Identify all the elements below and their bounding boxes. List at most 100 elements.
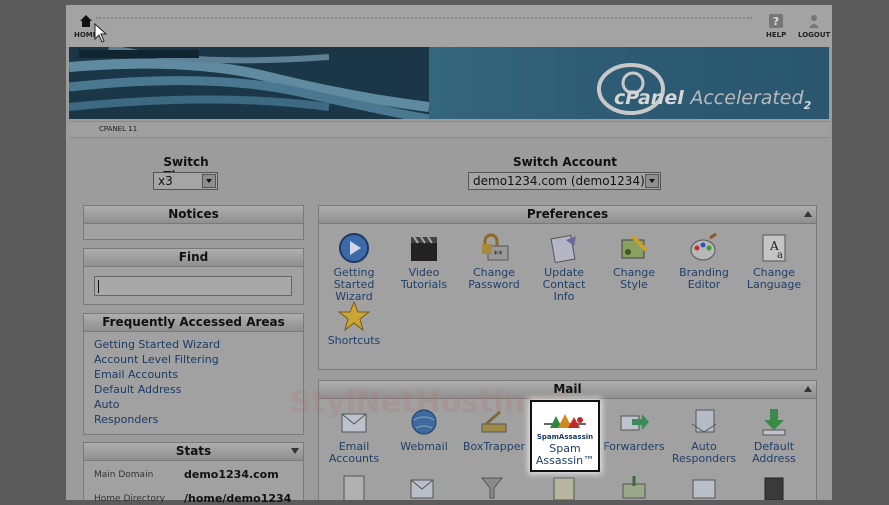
item-label-group: Spam Assassin™ (532, 443, 598, 467)
item-label: Responders (671, 452, 737, 465)
chevron-down-icon (645, 174, 659, 188)
star-icon (337, 300, 371, 332)
default-address-link[interactable]: Default Address (739, 406, 809, 465)
forward-arrow-icon (620, 414, 649, 431)
stats-row-home-directory: Home Directory /home/demo1234 (94, 492, 291, 505)
stats-row-main-domain: Main Domain demo1234.com (94, 468, 279, 481)
spam-assassin-link[interactable]: SpamAssassin Spam Assassin™ (530, 400, 600, 472)
breadcrumb-label: CPANEL 11 (99, 125, 138, 133)
auto-responders-link[interactable]: Auto Responders (669, 406, 739, 465)
notices-title: Notices (84, 206, 303, 224)
switch-account-value: demo1234.com (demo1234) (473, 174, 645, 188)
svg-text:a: a (777, 250, 783, 261)
stats-label: Main Domain (94, 470, 154, 480)
forwarders-link[interactable]: Forwarders (599, 406, 669, 453)
help-icon: ? (769, 14, 784, 28)
frequent-links: Getting Started Wizard Account Level Fil… (94, 337, 220, 427)
preferences-title-text: Preferences (526, 207, 609, 221)
svg-text:**: ** (494, 250, 504, 260)
webmail-link[interactable]: Webmail (389, 406, 459, 453)
collapse-icon[interactable] (804, 211, 812, 217)
item-label: Tutorials (400, 278, 448, 291)
item-label: Forwarders (603, 440, 665, 453)
item-label: Accounts (328, 452, 380, 465)
logo-cpanel: cPanel (614, 87, 684, 109)
breadcrumb-bar: CPANEL 11 (69, 121, 829, 138)
server-icon (764, 477, 784, 500)
play-icon (339, 233, 369, 263)
frequent-link[interactable]: Responders (94, 412, 220, 427)
notices-panel: Notices (83, 205, 304, 240)
item-label: Style (620, 278, 648, 291)
cpanel-logo-text: cPanel Accelerated2 (614, 87, 811, 112)
getting-started-wizard-link[interactable]: Getting Started Wizard (319, 232, 389, 303)
logout-icon (809, 15, 820, 28)
frequent-panel: Frequently Accessed Areas Getting Starte… (83, 313, 304, 435)
stats-value: demo1234.com (184, 468, 279, 481)
envelope-icon (692, 479, 716, 499)
cpanel-banner: cPanel Accelerated2 (69, 47, 829, 119)
language-icon: Aa (762, 234, 786, 262)
change-language-link[interactable]: Aa Change Language (739, 232, 809, 291)
palette-icon (621, 234, 648, 259)
change-style-link[interactable]: Change Style (599, 232, 669, 291)
switch-theme-select[interactable]: x3 (153, 172, 218, 190)
find-panel: Find (83, 248, 304, 305)
frequent-link[interactable]: Default Address (94, 382, 220, 397)
collapse-icon[interactable] (291, 448, 299, 454)
stats-value: /home/demo1234 (184, 492, 292, 505)
help-label: HELP (766, 31, 787, 39)
branding-editor-link[interactable]: Branding Editor (669, 232, 739, 291)
stats-title-text: Stats (175, 444, 212, 458)
document-icon (343, 475, 365, 500)
find-input[interactable] (94, 276, 292, 296)
item-label: Assassin™ (535, 454, 595, 467)
lock-icon: ** (482, 233, 509, 261)
help-button[interactable]: ? HELP (766, 13, 786, 39)
logout-button[interactable]: LOGOUT (798, 13, 830, 39)
auto-responder-icon (691, 409, 717, 433)
filter-icon (480, 477, 504, 499)
frequent-title: Frequently Accessed Areas (84, 314, 303, 332)
item-label: Editor (687, 278, 721, 291)
update-contact-info-link[interactable]: Update Contact Info (529, 232, 599, 303)
download-arrow-icon (762, 409, 786, 436)
clapperboard-icon (411, 236, 437, 261)
switch-theme-value: x3 (158, 174, 173, 188)
spamassassin-logo-text: SpamAssassin (536, 433, 594, 441)
frequent-link[interactable]: Email Accounts (94, 367, 220, 382)
network-cables-image (69, 47, 429, 119)
envelope-icon (341, 413, 367, 433)
logout-label: LOGOUT (798, 31, 831, 39)
frequent-link[interactable]: Account Level Filtering (94, 352, 220, 367)
item-label: BoxTrapper (462, 440, 526, 453)
item-label: Address (752, 452, 796, 465)
shortcuts-link[interactable]: Shortcuts (319, 300, 389, 347)
stats-panel: Stats Main Domain demo1234.com Home Dire… (83, 442, 304, 505)
item-label: Webmail (400, 440, 448, 453)
home-icon (79, 15, 92, 27)
switch-account-select[interactable]: demo1234.com (demo1234) (468, 172, 661, 190)
boxtrapper-link[interactable]: BoxTrapper (459, 406, 529, 453)
stats-title: Stats (84, 443, 303, 461)
stats-label: Home Directory (94, 494, 165, 504)
frequent-link[interactable]: Getting Started Wizard (94, 337, 220, 352)
change-password-link[interactable]: ** Change Password (459, 232, 529, 291)
item-label: Info (553, 290, 575, 303)
svg-text:?: ? (773, 15, 779, 28)
item-label: Shortcuts (327, 334, 381, 347)
collapse-icon[interactable] (804, 386, 812, 392)
frequent-link[interactable]: Auto (94, 397, 220, 412)
envelope-icon (410, 479, 434, 499)
list-icon (553, 477, 575, 500)
item-label: Language (746, 278, 802, 291)
email-accounts-link[interactable]: Email Accounts (319, 406, 389, 465)
video-tutorials-link[interactable]: Video Tutorials (389, 232, 459, 291)
inbox-icon (622, 476, 646, 499)
item-label: Password (468, 278, 520, 291)
find-title: Find (84, 249, 303, 267)
switch-account-label: Switch Account (513, 155, 617, 169)
globe-icon (411, 409, 437, 435)
top-bar: HOME ? HELP LOGOUT (66, 5, 832, 47)
logo-version: 2 (803, 98, 812, 112)
